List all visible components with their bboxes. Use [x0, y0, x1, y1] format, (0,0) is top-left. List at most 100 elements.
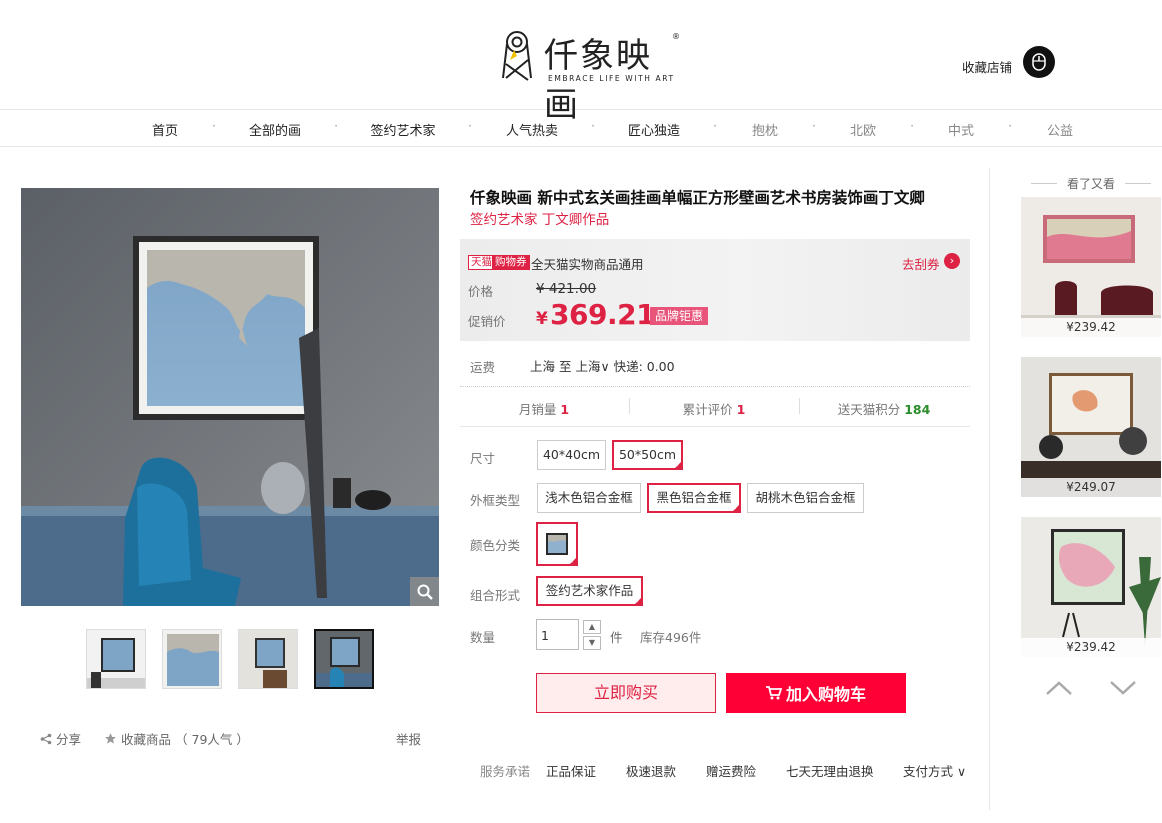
- thumbnail-4[interactable]: [314, 629, 374, 689]
- sale-price-label: 促销价: [468, 314, 506, 329]
- service-shipping-insurance[interactable]: 赠运费险: [706, 761, 756, 780]
- recommend-price: ¥249.07: [1021, 478, 1161, 497]
- review-count-label: 累计评价: [682, 402, 733, 417]
- nav-separator: ·: [713, 119, 717, 133]
- combo-option-label: 签约艺术家作品: [545, 583, 634, 598]
- recommend-item-1[interactable]: ¥239.42: [1021, 197, 1161, 337]
- share-button[interactable]: 分享: [40, 729, 81, 748]
- combo-option-artist[interactable]: 签约艺术家作品 ✓: [536, 576, 643, 606]
- quantity-increase-button[interactable]: ▲: [583, 620, 601, 634]
- color-option-swatch[interactable]: ✓: [536, 522, 578, 566]
- nav-item-pillows[interactable]: 抱枕: [752, 120, 778, 139]
- divider: [629, 398, 630, 414]
- thumbnail-image: [163, 630, 221, 688]
- coupon-tag: 购物券: [492, 255, 530, 270]
- buy-now-button[interactable]: 立即购买: [536, 673, 716, 713]
- thumbnail-2[interactable]: [162, 629, 222, 689]
- nav-separator: ·: [910, 119, 914, 133]
- logo-slogan: EMBRACE LIFE WITH ART: [548, 74, 675, 83]
- thumbnail-3[interactable]: [238, 629, 298, 689]
- divider: [799, 398, 800, 414]
- recommend-image: [1021, 197, 1161, 337]
- review-count[interactable]: 累计评价 1: [683, 399, 746, 418]
- quantity-input[interactable]: 1: [536, 619, 579, 650]
- store-header: 仟象映画 ® EMBRACE LIFE WITH ART 收藏店铺: [0, 0, 1162, 125]
- recommend-image: [1021, 357, 1161, 497]
- arrow-right-icon[interactable]: ›: [944, 253, 960, 269]
- frame-label: 外框类型: [470, 493, 521, 508]
- nav-item-charity[interactable]: 公益: [1047, 120, 1073, 139]
- size-option-label: 50*50cm: [618, 447, 677, 462]
- product-subtitle[interactable]: 签约艺术家 丁文卿作品: [470, 208, 609, 228]
- size-option-40[interactable]: 40*40cm: [537, 440, 606, 470]
- check-icon: ✓: [675, 461, 681, 469]
- service-label: 服务承诺: [480, 764, 531, 779]
- also-viewed-title: 看了又看: [1021, 175, 1161, 192]
- review-count-value: 1: [736, 402, 746, 417]
- magnifier-icon: [417, 584, 433, 600]
- shipping-destination-select[interactable]: 上海 至 上海∨ 快递: 0.00: [530, 356, 675, 375]
- favorite-store-button[interactable]: [1023, 46, 1055, 78]
- thumbnail-1[interactable]: [86, 629, 146, 689]
- service-seven-day-return[interactable]: 七天无理由退换: [786, 761, 874, 780]
- scroll-down-icon[interactable]: [1109, 678, 1137, 698]
- recommend-item-2[interactable]: ¥249.07: [1021, 357, 1161, 497]
- add-to-cart-label: 加入购物车: [785, 685, 866, 704]
- scroll-up-icon[interactable]: [1045, 678, 1073, 698]
- zoom-button[interactable]: [410, 577, 439, 606]
- service-authentic[interactable]: 正品保证: [546, 761, 596, 780]
- logo-registered-mark: ®: [672, 32, 680, 41]
- size-label: 尺寸: [470, 451, 496, 466]
- tmall-points-value: 184: [904, 402, 931, 417]
- original-price: ¥ 421.00: [536, 281, 597, 297]
- color-swatch-image: [546, 533, 568, 555]
- nav-item-craft[interactable]: 匠心独造: [628, 120, 680, 139]
- favorite-product-button[interactable]: 收藏商品 （ 79人气 ）: [104, 729, 249, 748]
- add-to-cart-button[interactable]: 加入购物车: [726, 673, 906, 713]
- product-title: 仟象映画 新中式玄关画挂画单幅正方形壁画艺术书房装饰画丁文卿: [470, 189, 925, 207]
- stats-row: 月销量 1 累计评价 1 送天猫积分 184: [460, 387, 970, 427]
- favorite-store-link[interactable]: 收藏店铺: [962, 57, 1012, 76]
- nav-item-hot[interactable]: 人气热卖: [506, 120, 558, 139]
- tmall-tag: 天猫: [468, 255, 495, 270]
- frame-option-black[interactable]: 黑色铝合金框 ✓: [647, 483, 741, 513]
- quantity-unit: 件: [610, 630, 623, 645]
- price-label: 价格: [468, 284, 494, 299]
- product-main-image[interactable]: [21, 188, 439, 606]
- nav-item-all-paintings[interactable]: 全部的画: [249, 120, 301, 139]
- monthly-sales-value: 1: [560, 402, 570, 417]
- monthly-sales-label: 月销量: [518, 402, 557, 417]
- service-fast-refund[interactable]: 极速退款: [626, 761, 676, 780]
- currency-symbol: ¥: [536, 309, 548, 329]
- thumbnail-image: [239, 630, 297, 688]
- monthly-sales: 月销量 1: [519, 399, 569, 418]
- nav-item-chinese[interactable]: 中式: [948, 120, 974, 139]
- nav-separator: ·: [468, 119, 472, 133]
- cart-icon: [765, 686, 782, 700]
- get-coupon-link[interactable]: 去刮券: [902, 254, 940, 273]
- nav-item-artists[interactable]: 签约艺术家: [370, 120, 435, 139]
- recommend-item-3[interactable]: ¥239.42: [1021, 517, 1161, 657]
- frame-option-light-wood[interactable]: 浅木色铝合金框: [537, 483, 641, 513]
- chevron-down-icon: ∨: [957, 764, 967, 779]
- check-icon: ✓: [635, 597, 641, 605]
- share-icon: [40, 733, 52, 744]
- room-scene-image: [21, 188, 439, 606]
- nav-item-home[interactable]: 首页: [152, 120, 178, 139]
- payment-methods-dropdown[interactable]: 支付方式 ∨: [903, 761, 966, 780]
- nav-separator: ·: [812, 119, 816, 133]
- size-option-50[interactable]: 50*50cm ✓: [612, 440, 683, 470]
- column-divider: [989, 168, 990, 810]
- nav-item-nordic[interactable]: 北欧: [850, 120, 876, 139]
- tmall-points: 送天猫积分 184: [838, 399, 931, 418]
- combo-label: 组合形式: [470, 588, 521, 603]
- payment-methods-label: 支付方式: [903, 764, 954, 779]
- frame-option-walnut[interactable]: 胡桃木色铝合金框: [747, 483, 864, 513]
- quantity-decrease-button[interactable]: ▼: [583, 636, 601, 650]
- report-link[interactable]: 举报: [396, 729, 421, 748]
- tmall-points-label: 送天猫积分: [837, 402, 901, 417]
- sale-price: 369.21: [550, 298, 656, 331]
- shipping-label: 运费: [470, 360, 496, 375]
- nav-separator: ·: [591, 119, 595, 133]
- store-logo[interactable]: 仟象映画 ® EMBRACE LIFE WITH ART: [500, 30, 680, 125]
